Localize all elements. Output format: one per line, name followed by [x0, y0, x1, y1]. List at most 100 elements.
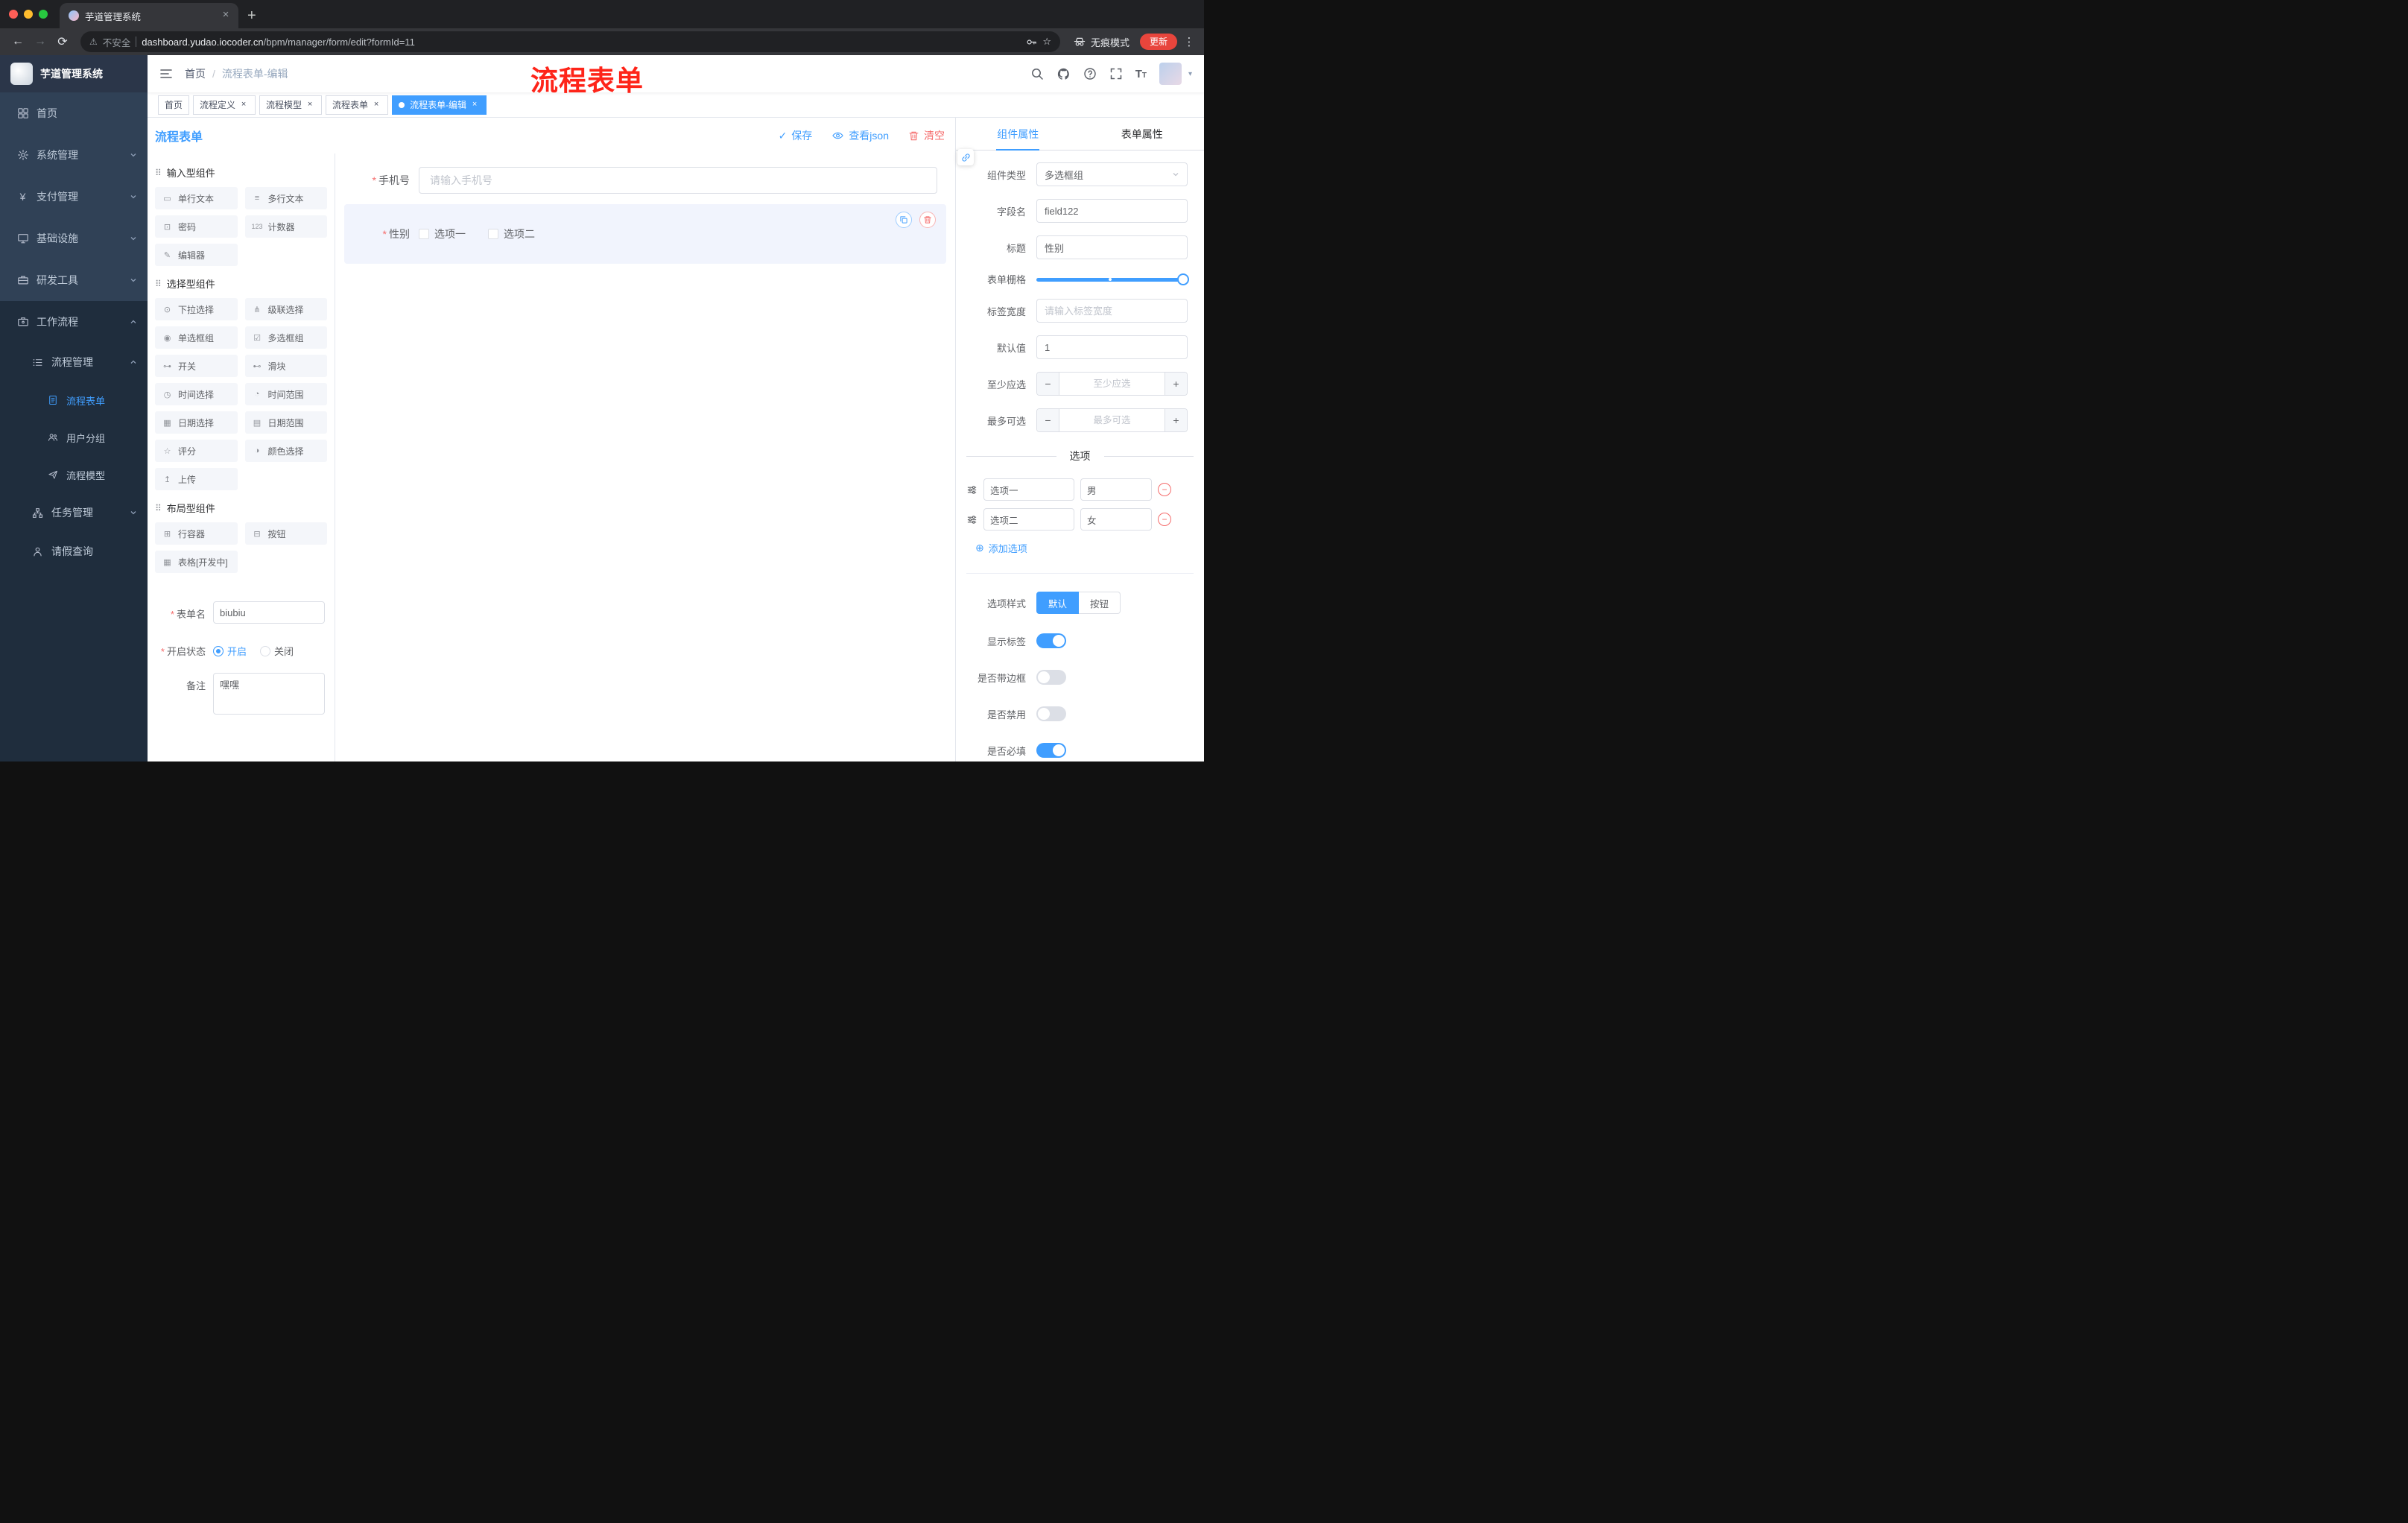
component-type-select[interactable]: 多选框组	[1036, 162, 1188, 186]
reload-icon[interactable]: ⟳	[52, 34, 73, 49]
palette-item-time-range[interactable]: ◔ 时间范围	[244, 383, 327, 405]
sidebar-item-process-form[interactable]: 流程表单	[0, 381, 148, 419]
forward-icon[interactable]: →	[30, 35, 51, 48]
palette-item-checkbox-group[interactable]: ☑ 多选框组	[244, 326, 327, 349]
status-off-radio[interactable]: 关闭	[260, 644, 294, 658]
sidebar-item-payment[interactable]: ¥ 支付管理	[0, 176, 148, 218]
delete-widget-icon[interactable]	[919, 212, 936, 228]
window-zoom-button[interactable]	[39, 10, 48, 19]
required-switch[interactable]	[1036, 743, 1066, 758]
field-name-input[interactable]	[1036, 199, 1188, 223]
label-width-input[interactable]	[1036, 299, 1188, 323]
sidebar-item-home[interactable]: 首页	[0, 92, 148, 134]
palette-item-multiline-text[interactable]: ≡ 多行文本	[244, 187, 327, 209]
browser-menu-icon[interactable]: ⋮	[1182, 35, 1197, 48]
palette-item-editor[interactable]: ✎ 编辑器	[155, 244, 238, 266]
palette-item-time-picker[interactable]: ◷ 时间选择	[155, 383, 238, 405]
canvas-field-phone[interactable]: * 手机号	[344, 167, 937, 194]
sidebar-item-workflow[interactable]: 工作流程	[0, 301, 148, 343]
url-bar[interactable]: ⚠ 不安全 dashboard.yudao.iocoder.cn/bpm/man…	[80, 31, 1060, 52]
search-icon[interactable]	[1030, 67, 1044, 80]
phone-input[interactable]	[419, 167, 937, 194]
palette-item-rate[interactable]: ☆ 评分	[155, 440, 238, 462]
canvas-field-gender-selected[interactable]: * 性别 选项一 选项二	[344, 204, 946, 264]
update-button[interactable]: 更新	[1139, 34, 1177, 50]
gender-option-2-checkbox[interactable]: 选项二	[488, 227, 535, 241]
palette-item-date-picker[interactable]: ▦ 日期选择	[155, 411, 238, 434]
new-tab-button[interactable]: +	[247, 8, 256, 23]
breadcrumb-home[interactable]: 首页	[185, 66, 206, 81]
sidebar-item-process-model[interactable]: 流程模型	[0, 456, 148, 493]
palette-item-password[interactable]: ⊡ 密码	[155, 215, 238, 238]
tag-close-icon[interactable]: ×	[305, 100, 315, 110]
hamburger-icon[interactable]	[159, 67, 173, 80]
clear-button[interactable]: 清空	[908, 128, 945, 143]
browser-tab[interactable]: 芋道管理系统 ×	[60, 3, 238, 28]
palette-item-cascader[interactable]: ⋔ 级联选择	[244, 298, 327, 320]
drag-handle-icon[interactable]	[966, 484, 978, 495]
option-label-input[interactable]	[983, 478, 1074, 501]
tab-close-icon[interactable]: ×	[219, 9, 232, 22]
border-switch[interactable]	[1036, 670, 1066, 685]
option-label-input[interactable]	[983, 508, 1074, 531]
sidebar-item-task-management[interactable]: 任务管理	[0, 493, 148, 532]
palette-item-single-line-text[interactable]: ▭ 单行文本	[155, 187, 238, 209]
palette-item-radio-group[interactable]: ◉ 单选框组	[155, 326, 238, 349]
default-value-input[interactable]	[1036, 335, 1188, 359]
font-size-icon[interactable]: TT	[1135, 69, 1147, 80]
tag-process-form-edit[interactable]: 流程表单-编辑 ×	[392, 95, 487, 115]
palette-item-upload[interactable]: ↥ 上传	[155, 468, 238, 490]
form-remark-textarea[interactable]: 嘿嘿	[213, 673, 325, 715]
max-select-input[interactable]	[1059, 409, 1165, 431]
tag-close-icon[interactable]: ×	[371, 100, 381, 110]
tag-close-icon[interactable]: ×	[469, 100, 480, 110]
tab-component-props[interactable]: 组件属性	[956, 118, 1080, 150]
palette-item-button[interactable]: ⊟ 按钮	[244, 522, 327, 545]
stepper-increase-button[interactable]: +	[1165, 373, 1187, 395]
style-button-button[interactable]: 按钮	[1079, 592, 1121, 614]
sidebar-item-system[interactable]: 系统管理	[0, 134, 148, 176]
palette-item-select[interactable]: ⊙ 下拉选择	[155, 298, 238, 320]
disabled-switch[interactable]	[1036, 706, 1066, 721]
drag-handle-icon[interactable]	[966, 514, 978, 525]
palette-item-switch[interactable]: ⊶ 开关	[155, 355, 238, 377]
tag-process-form[interactable]: 流程表单 ×	[326, 95, 389, 115]
stepper-decrease-button[interactable]: −	[1037, 409, 1059, 431]
tab-form-props[interactable]: 表单属性	[1080, 118, 1205, 150]
palette-item-row-container[interactable]: ⊞ 行容器	[155, 522, 238, 545]
copy-widget-icon[interactable]	[896, 212, 912, 228]
remove-option-icon[interactable]: −	[1158, 513, 1171, 526]
window-minimize-button[interactable]	[24, 10, 33, 19]
sidebar-item-user-group[interactable]: 用户分组	[0, 419, 148, 456]
palette-item-counter[interactable]: 123 计数器	[244, 215, 327, 238]
add-option-button[interactable]: ⊕ 添加选项	[975, 541, 1204, 555]
option-value-input[interactable]	[1080, 478, 1152, 501]
sidebar-item-devtools[interactable]: 研发工具	[0, 259, 148, 301]
user-avatar[interactable]	[1159, 63, 1182, 85]
password-key-icon[interactable]	[1026, 37, 1037, 48]
gender-option-1-checkbox[interactable]: 选项一	[419, 227, 466, 241]
stepper-increase-button[interactable]: +	[1165, 409, 1187, 431]
github-icon[interactable]	[1056, 67, 1071, 81]
window-close-button[interactable]	[9, 10, 18, 19]
bookmark-star-icon[interactable]: ☆	[1042, 36, 1051, 48]
tag-process-definition[interactable]: 流程定义 ×	[193, 95, 256, 115]
status-on-radio[interactable]: 开启	[213, 644, 247, 658]
show-label-switch[interactable]	[1036, 633, 1066, 648]
stepper-decrease-button[interactable]: −	[1037, 373, 1059, 395]
remove-option-icon[interactable]: −	[1158, 483, 1171, 496]
link-handle-icon[interactable]	[957, 149, 974, 165]
form-canvas[interactable]: * 手机号 请输入手机号 * 性别 选项一 选项二	[335, 153, 955, 762]
palette-item-slider[interactable]: ⊷ 滑块	[244, 355, 327, 377]
help-icon[interactable]	[1083, 67, 1097, 80]
min-select-input[interactable]	[1059, 373, 1165, 395]
tag-close-icon[interactable]: ×	[238, 100, 249, 110]
sidebar-item-process-management[interactable]: 流程管理	[0, 343, 148, 381]
sidebar-item-leave-query[interactable]: 请假查询	[0, 532, 148, 571]
view-json-button[interactable]: 查看json	[831, 128, 889, 143]
palette-item-date-range[interactable]: ▤ 日期范围	[244, 411, 327, 434]
sidebar-item-infrastructure[interactable]: 基础设施	[0, 218, 148, 259]
palette-item-color-picker[interactable]: ◑ 颜色选择	[244, 440, 327, 462]
slider-handle[interactable]	[1177, 273, 1189, 285]
tag-home[interactable]: 首页	[158, 95, 190, 115]
